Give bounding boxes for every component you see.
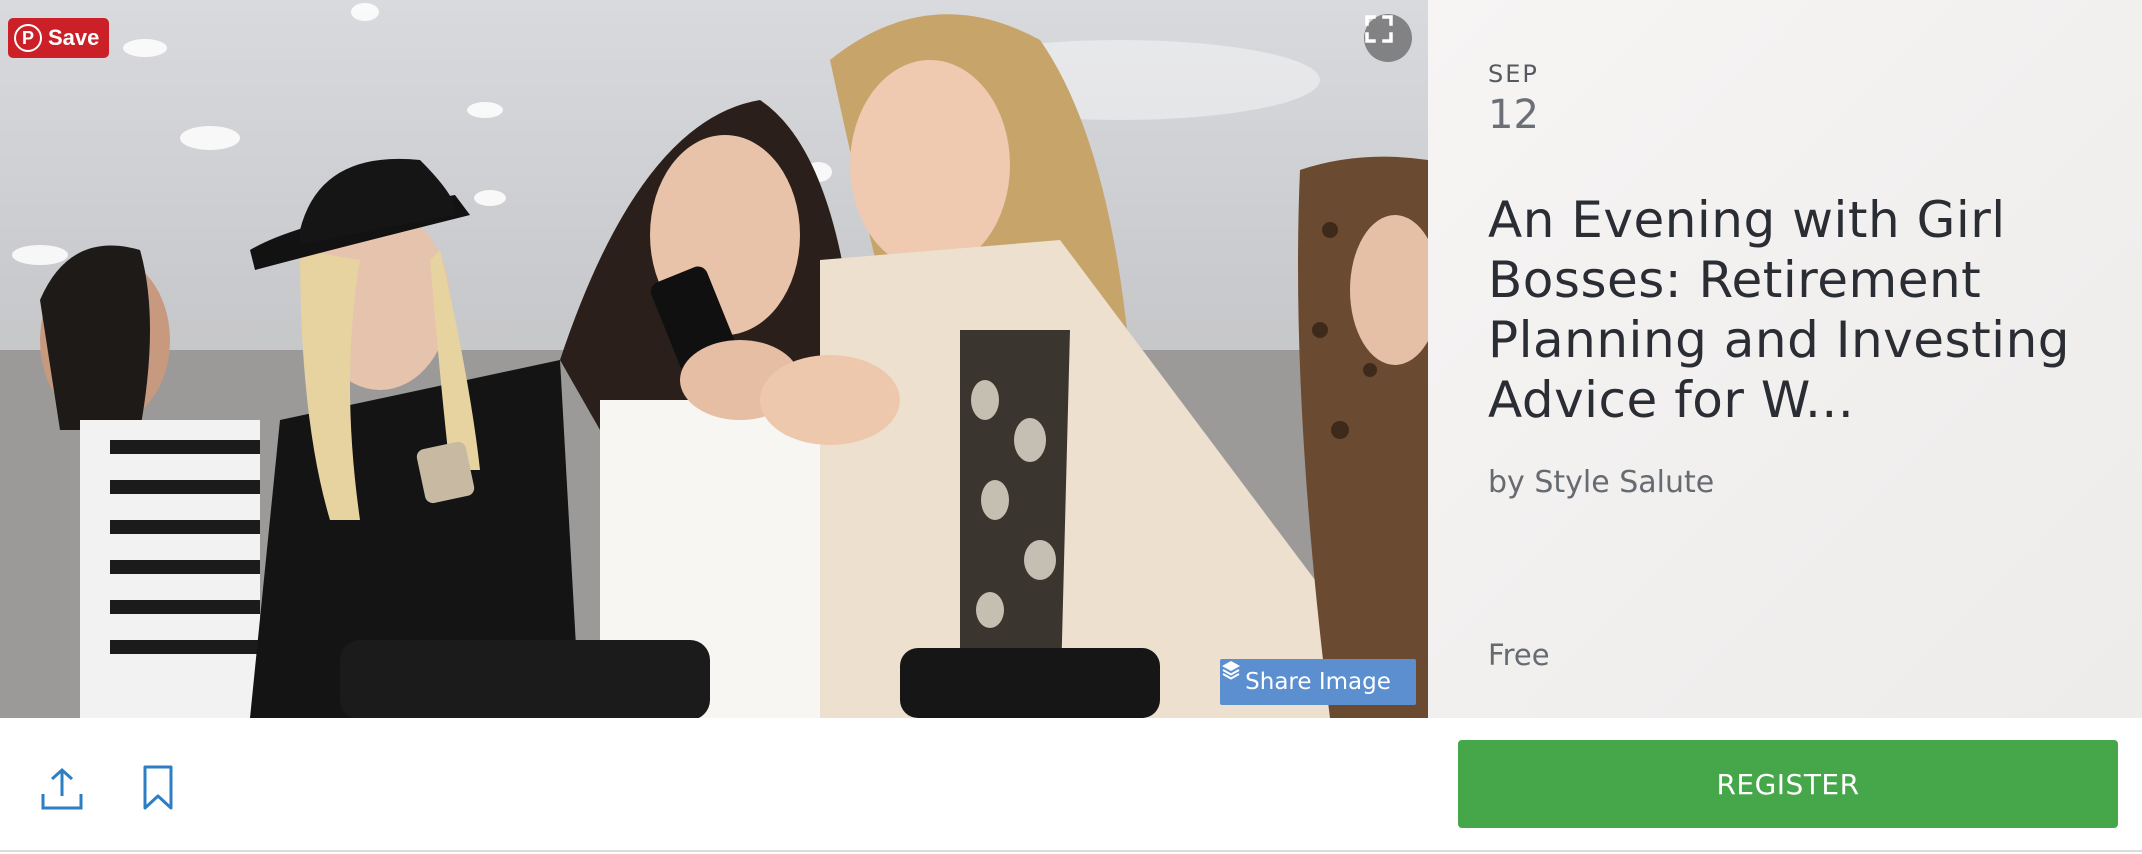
expand-icon bbox=[1365, 15, 1393, 43]
share-image-label: Share Image bbox=[1245, 669, 1391, 695]
share-icon[interactable] bbox=[40, 766, 84, 812]
pinterest-icon: P bbox=[14, 24, 42, 52]
event-organizer[interactable]: by Style Salute bbox=[1488, 465, 1714, 500]
event-title[interactable]: An Evening with Girl Bosses: Retirement … bbox=[1488, 190, 2098, 430]
pinterest-save-label: Save bbox=[48, 25, 100, 50]
event-card: P Save Share Image SEP 12 An Evening wit… bbox=[0, 0, 2142, 852]
event-info-panel: SEP 12 An Evening with Girl Bosses: Reti… bbox=[1428, 0, 2142, 719]
event-month: SEP bbox=[1488, 60, 1539, 88]
event-price: Free bbox=[1488, 638, 1550, 672]
expand-image-button[interactable] bbox=[1364, 14, 1412, 62]
pinterest-save-button[interactable]: P Save bbox=[8, 18, 110, 58]
bookmark-icon[interactable] bbox=[142, 764, 174, 812]
register-button[interactable]: REGISTER bbox=[1458, 740, 2118, 828]
hero-photo bbox=[0, 3, 1428, 718]
share-image-button[interactable]: Share Image bbox=[1220, 659, 1416, 705]
action-bar: REGISTER bbox=[0, 718, 2142, 850]
event-day: 12 bbox=[1488, 92, 1539, 138]
layers-icon bbox=[1222, 661, 1240, 680]
event-hero-image[interactable]: P Save Share Image bbox=[0, 0, 1428, 718]
